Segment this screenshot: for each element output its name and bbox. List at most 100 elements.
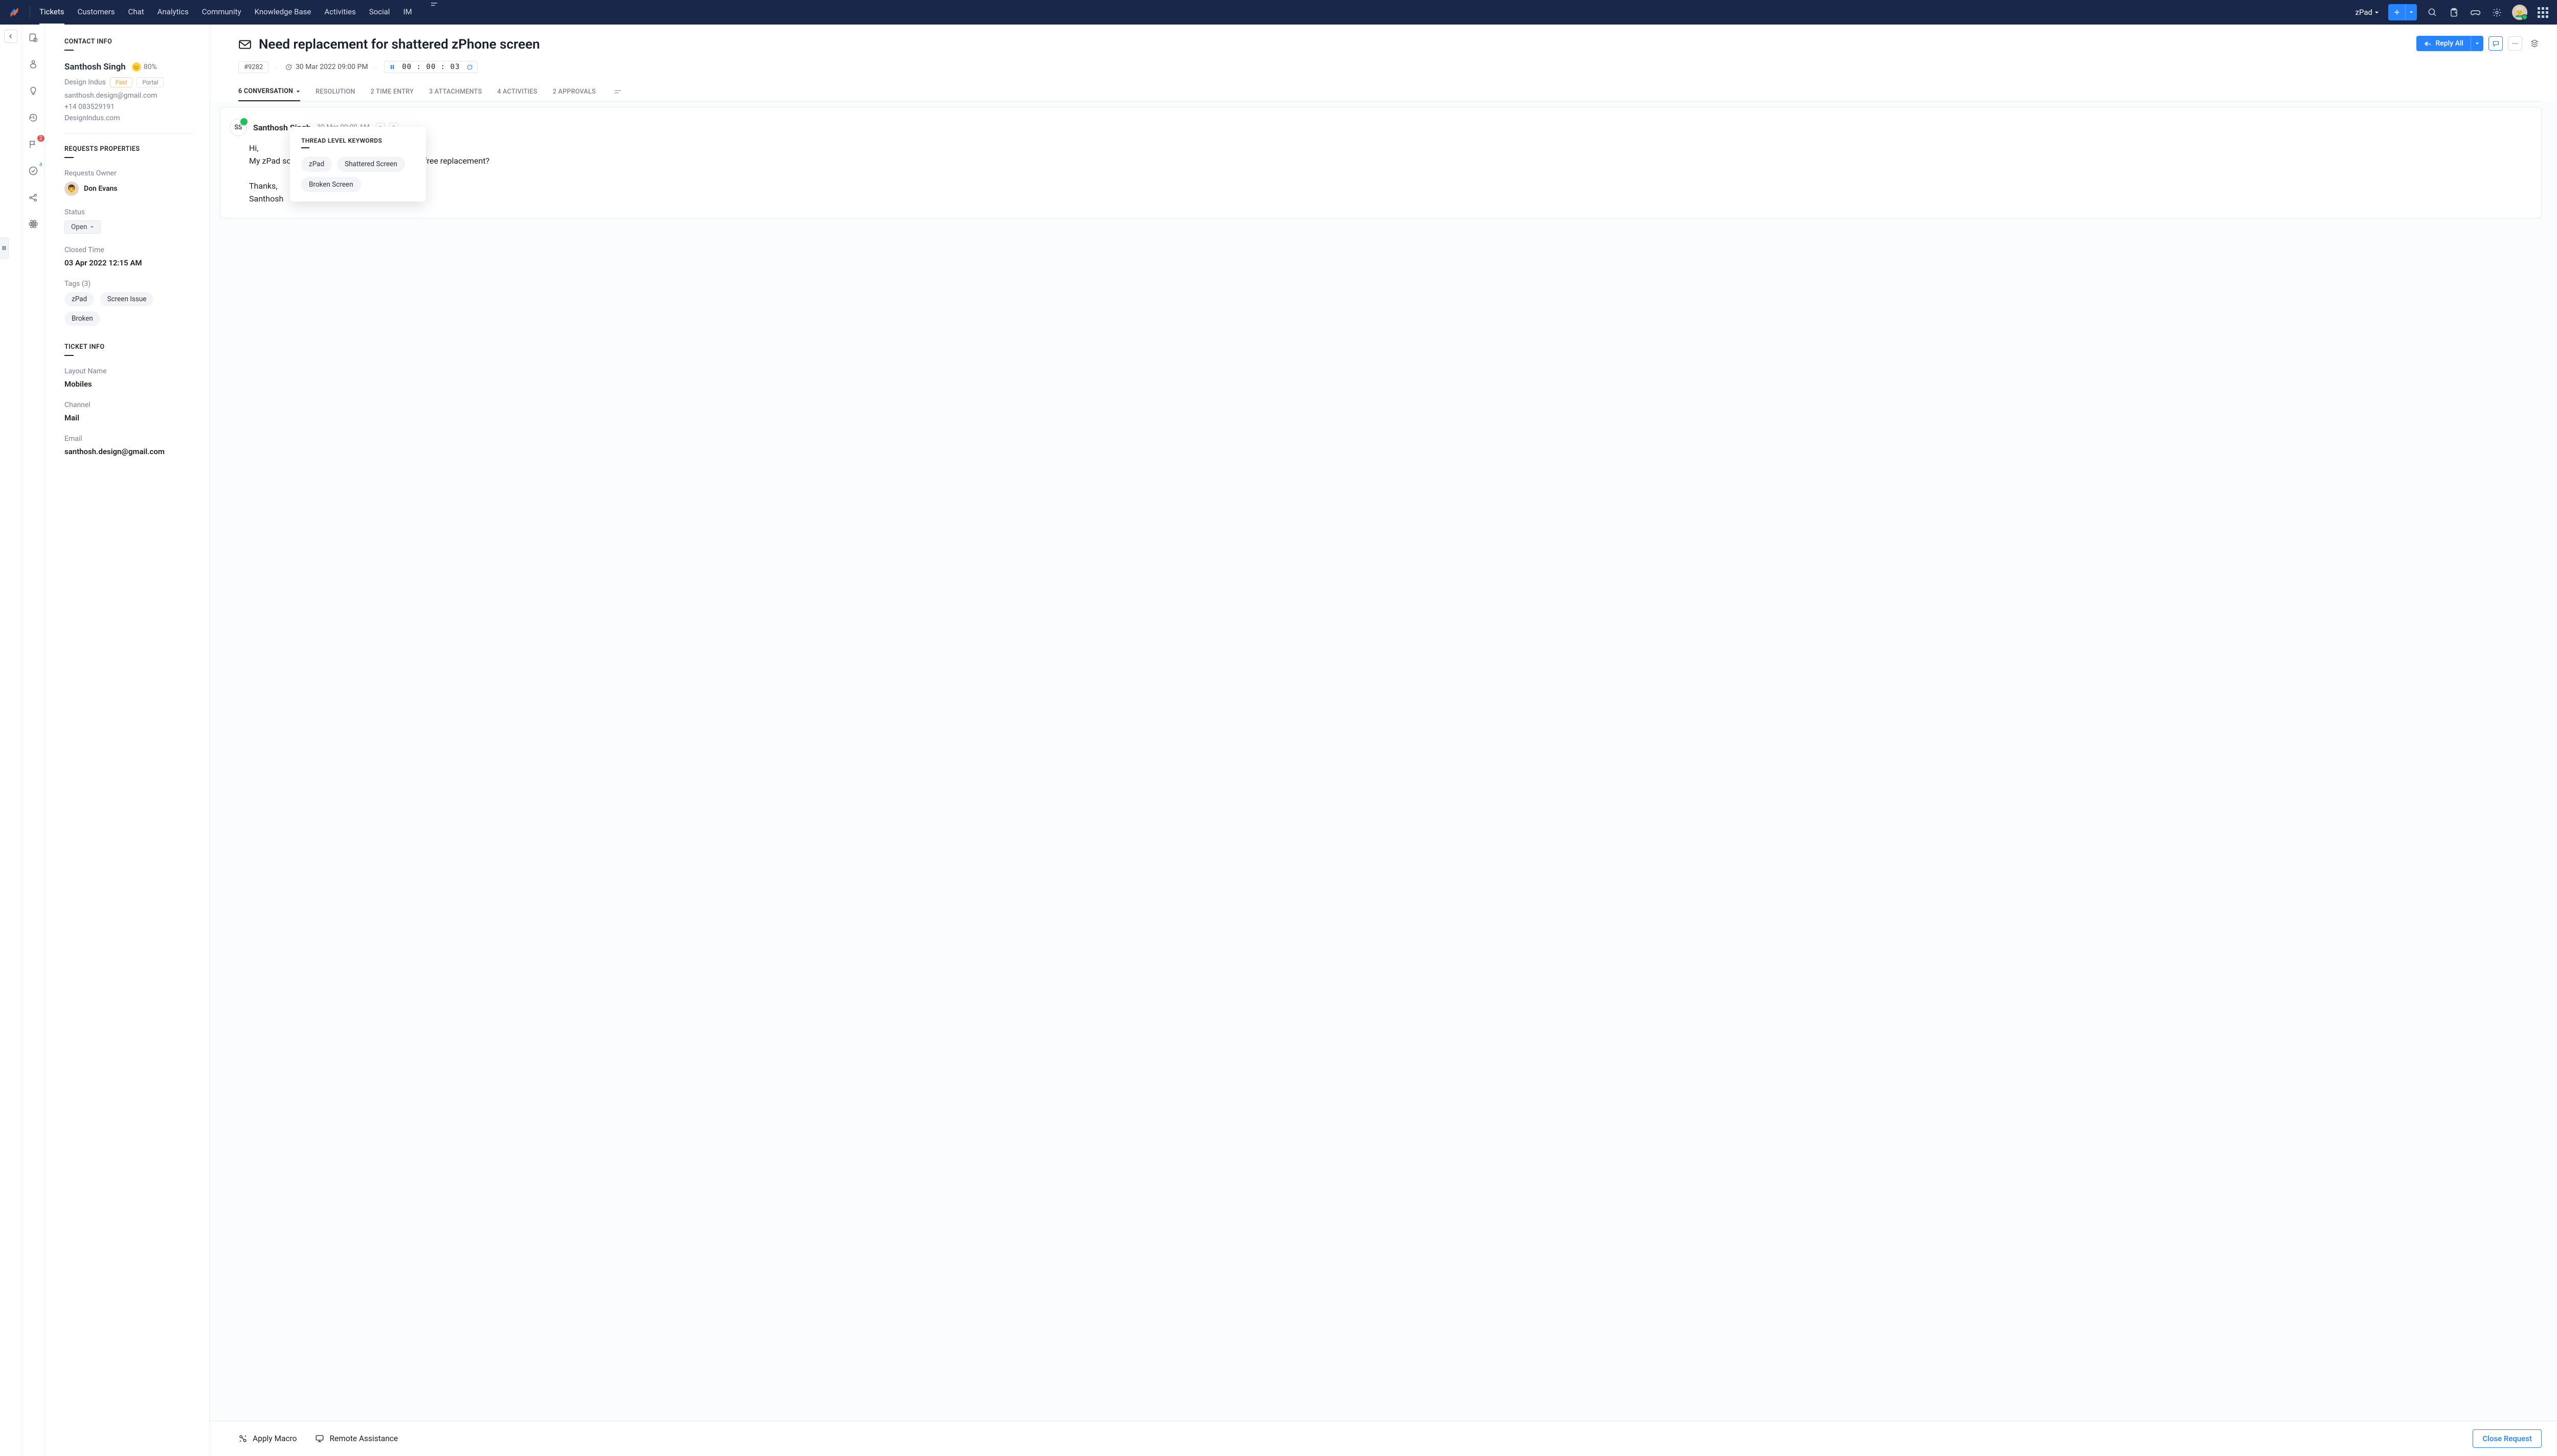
- clipboard-icon[interactable]: [2448, 6, 2460, 18]
- happiness-pct: 80%: [144, 63, 157, 71]
- nav-social[interactable]: Social: [369, 0, 390, 25]
- nav-customers[interactable]: Customers: [78, 0, 115, 25]
- body-line: My zPad screen shattered, is it possible…: [249, 155, 2528, 168]
- tags-label: Tags (3): [64, 280, 194, 288]
- tab-activities[interactable]: 4 ACTIVITIES: [497, 83, 537, 101]
- sender-avatar[interactable]: SS: [230, 119, 247, 136]
- status-dropdown[interactable]: Open: [64, 220, 101, 234]
- nav-activities[interactable]: Activities: [324, 0, 355, 25]
- tabs-more-icon[interactable]: [611, 87, 624, 97]
- nav-community[interactable]: Community: [202, 0, 241, 25]
- rail-approvals-icon[interactable]: 4: [27, 165, 39, 177]
- nav-tickets[interactable]: Tickets: [39, 0, 64, 25]
- pause-icon: [2, 245, 6, 251]
- rail-share-icon[interactable]: [27, 191, 39, 204]
- more-actions-button[interactable]: [2508, 36, 2522, 51]
- ticket-id[interactable]: #9282: [238, 61, 268, 73]
- comment-button[interactable]: [2488, 36, 2503, 51]
- tab-conversation[interactable]: 6 CONVERSATION: [238, 82, 300, 101]
- keywords-heading: THREAD LEVEL KEYWORDS: [301, 137, 415, 144]
- request-props-heading: REQUESTS PROPERTIES: [64, 145, 194, 153]
- nav-links: Tickets Customers Chat Analytics Communi…: [39, 0, 2356, 25]
- user-avatar[interactable]: 👨‍🦳: [2512, 5, 2527, 20]
- reply-all-button[interactable]: Reply All: [2416, 36, 2483, 51]
- contact-email[interactable]: santhosh.design@gmail.com: [64, 92, 194, 100]
- tab-resolution[interactable]: RESOLUTION: [316, 83, 355, 101]
- plus-icon[interactable]: [2388, 4, 2406, 20]
- nav-im[interactable]: IM: [403, 0, 412, 25]
- channel-value: Mail: [64, 413, 194, 422]
- contact-name[interactable]: Santhosh Singh: [64, 62, 126, 72]
- rail-bot-icon[interactable]: [27, 58, 39, 71]
- tag-chip[interactable]: Broken: [64, 311, 100, 326]
- remote-assist-button[interactable]: Remote Assistance: [315, 1434, 398, 1443]
- main-content: Need replacement for shattered zPhone sc…: [210, 25, 2557, 1456]
- tag-list: zPad Screen Issue Broken: [64, 292, 194, 331]
- tab-approvals[interactable]: 2 APPROVALS: [553, 83, 596, 101]
- search-icon[interactable]: [2426, 6, 2438, 18]
- rail-history-icon[interactable]: [27, 111, 39, 124]
- nav-analytics[interactable]: Analytics: [158, 0, 189, 25]
- collapse-left-button[interactable]: [4, 30, 17, 43]
- gamepad-icon[interactable]: [2469, 6, 2481, 18]
- timer-reset-button[interactable]: [465, 64, 474, 71]
- keyword-chips: zPad Shattered Screen Broken Screen: [301, 156, 415, 192]
- contact-website[interactable]: DesignIndus.com: [64, 114, 194, 122]
- nav-knowledge-base[interactable]: Knowledge Base: [255, 0, 311, 25]
- chevron-down-icon: [90, 225, 94, 229]
- timer-pause-button[interactable]: [388, 64, 397, 70]
- close-request-button[interactable]: Close Request: [2473, 1429, 2542, 1448]
- timer-value: 00 : 00 : 03: [402, 63, 460, 71]
- footer-bar: Apply Macro Remote Assistance Close Requ…: [210, 1421, 2557, 1456]
- side-pause-tab[interactable]: [0, 237, 9, 259]
- closed-time-label: Closed Time: [64, 246, 194, 254]
- nav-chat[interactable]: Chat: [128, 0, 144, 25]
- owner-name: Don Evans: [84, 185, 118, 193]
- tag-chip[interactable]: zPad: [64, 292, 94, 306]
- channel-label: Channel: [64, 401, 194, 409]
- remote-assist-label: Remote Assistance: [329, 1434, 398, 1443]
- status-label: Status: [64, 208, 194, 216]
- macro-icon: [238, 1434, 248, 1443]
- apply-macro-button[interactable]: Apply Macro: [238, 1434, 297, 1443]
- ticket-tabs: 6 CONVERSATION RESOLUTION 2 TIME ENTRY 3…: [238, 82, 2542, 102]
- details-sidebar: CONTACT INFO Santhosh Singh 😊 80% Design…: [45, 25, 210, 1456]
- create-dropdown[interactable]: [2406, 4, 2417, 20]
- approvals-count-badge: 4: [37, 162, 44, 168]
- layers-icon[interactable]: [2527, 36, 2542, 51]
- create-button[interactable]: [2388, 4, 2417, 20]
- heading-underline: [64, 50, 74, 51]
- rail-ideas-icon[interactable]: [27, 85, 39, 97]
- ticket-info-heading: TICKET INFO: [64, 343, 194, 351]
- tag-chip[interactable]: Screen Issue: [100, 292, 154, 306]
- reply-all-icon: [2424, 40, 2431, 47]
- body-line: Hi,: [249, 142, 2528, 155]
- company-name[interactable]: Design Indus: [64, 78, 106, 86]
- rail-flag-icon[interactable]: 2: [27, 138, 39, 150]
- keyword-chip[interactable]: zPad: [301, 156, 332, 172]
- keyword-chip[interactable]: Broken Screen: [301, 177, 361, 192]
- contact-name-row: Santhosh Singh 😊 80%: [64, 62, 194, 72]
- conversation-card: SS Santhosh Singh 30 Mar 09:00 AM ▾ ⎙ Hi…: [220, 107, 2542, 218]
- reply-dropdown[interactable]: [2471, 36, 2483, 51]
- contact-phone[interactable]: +14 083529191: [64, 103, 194, 111]
- apps-grid-icon[interactable]: [2537, 6, 2549, 18]
- app-logo-icon[interactable]: [8, 6, 20, 18]
- ticket-header: Need replacement for shattered zPhone sc…: [210, 25, 2557, 102]
- reply-all-label: Reply All: [2435, 39, 2463, 48]
- tab-attachments[interactable]: 3 ATTACHMENTS: [429, 83, 482, 101]
- rail-ticket-settings-icon[interactable]: [27, 32, 39, 44]
- product-selector[interactable]: zPad: [2356, 8, 2379, 17]
- gear-icon[interactable]: [2491, 6, 2503, 18]
- timer: 00 : 00 : 03: [384, 61, 478, 73]
- email-label: Email: [64, 435, 194, 443]
- ticket-meta: #9282 . 30 Mar 2022 09:00 PM . 00 : 00 :…: [238, 61, 2542, 73]
- email-value: santhosh.design@gmail.com: [64, 447, 194, 456]
- paid-badge: Paid: [110, 77, 133, 87]
- rail-atom-icon[interactable]: [27, 218, 39, 230]
- keyword-chip[interactable]: Shattered Screen: [337, 156, 405, 172]
- owner-row[interactable]: 👨 Don Evans: [64, 182, 194, 196]
- nav-more-icon[interactable]: [425, 0, 443, 25]
- tab-time-entry[interactable]: 2 TIME ENTRY: [371, 83, 414, 101]
- layout-label: Layout Name: [64, 367, 194, 375]
